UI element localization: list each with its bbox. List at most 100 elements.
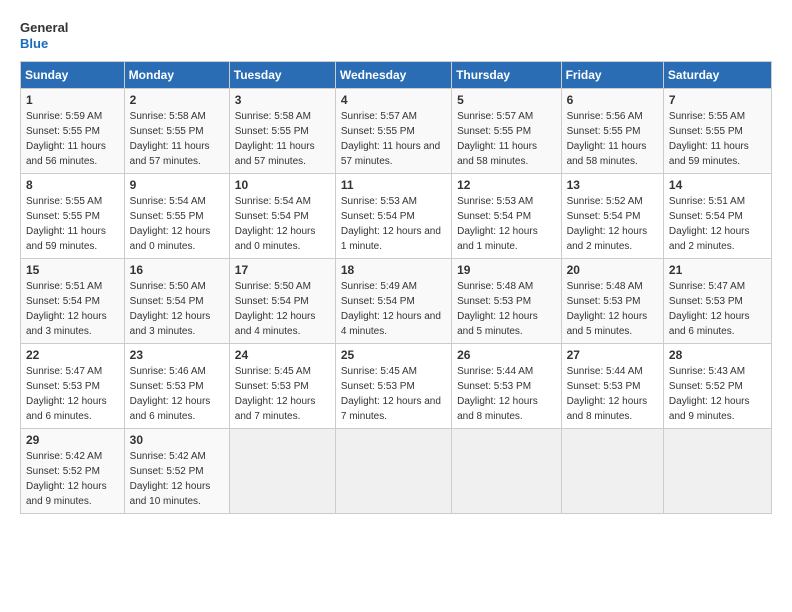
col-saturday: Saturday [663,62,771,89]
calendar-cell: 23 Sunrise: 5:46 AM Sunset: 5:53 PM Dayl… [124,344,229,429]
sunset-label: Sunset: 5:52 PM [669,381,743,392]
daylight-label: Daylight: 11 hours and 59 minutes. [26,226,106,252]
calendar-cell: 6 Sunrise: 5:56 AM Sunset: 5:55 PM Dayli… [561,89,663,174]
calendar-cell: 5 Sunrise: 5:57 AM Sunset: 5:55 PM Dayli… [452,89,561,174]
calendar-cell: 7 Sunrise: 5:55 AM Sunset: 5:55 PM Dayli… [663,89,771,174]
day-info: Sunrise: 5:51 AM Sunset: 5:54 PM Dayligh… [26,279,119,339]
sunrise-label: Sunrise: 5:46 AM [130,366,206,377]
daylight-label: Daylight: 11 hours and 57 minutes. [130,141,210,167]
day-number: 8 [26,178,119,192]
calendar-cell: 3 Sunrise: 5:58 AM Sunset: 5:55 PM Dayli… [229,89,335,174]
sunset-label: Sunset: 5:54 PM [341,211,415,222]
day-number: 15 [26,263,119,277]
col-monday: Monday [124,62,229,89]
sunset-label: Sunset: 5:54 PM [567,211,641,222]
day-info: Sunrise: 5:54 AM Sunset: 5:55 PM Dayligh… [130,194,224,254]
sunset-label: Sunset: 5:55 PM [26,126,100,137]
daylight-label: Daylight: 12 hours and 6 minutes. [669,311,750,337]
day-info: Sunrise: 5:46 AM Sunset: 5:53 PM Dayligh… [130,364,224,424]
sunset-label: Sunset: 5:54 PM [457,211,531,222]
calendar-cell: 10 Sunrise: 5:54 AM Sunset: 5:54 PM Dayl… [229,174,335,259]
sunset-label: Sunset: 5:53 PM [26,381,100,392]
sunrise-label: Sunrise: 5:47 AM [669,281,745,292]
calendar-cell [452,429,561,514]
calendar-cell [229,429,335,514]
sunset-label: Sunset: 5:53 PM [341,381,415,392]
day-number: 16 [130,263,224,277]
sunset-label: Sunset: 5:54 PM [235,211,309,222]
col-friday: Friday [561,62,663,89]
sunset-label: Sunset: 5:55 PM [341,126,415,137]
day-number: 11 [341,178,446,192]
daylight-label: Daylight: 12 hours and 6 minutes. [130,396,211,422]
day-number: 6 [567,93,658,107]
daylight-label: Daylight: 12 hours and 0 minutes. [235,226,316,252]
daylight-label: Daylight: 12 hours and 5 minutes. [567,311,648,337]
day-info: Sunrise: 5:53 AM Sunset: 5:54 PM Dayligh… [457,194,555,254]
sunrise-label: Sunrise: 5:54 AM [130,196,206,207]
sunrise-label: Sunrise: 5:45 AM [235,366,311,377]
sunrise-label: Sunrise: 5:44 AM [567,366,643,377]
sunrise-label: Sunrise: 5:57 AM [341,111,417,122]
daylight-label: Daylight: 12 hours and 5 minutes. [457,311,538,337]
day-number: 2 [130,93,224,107]
sunset-label: Sunset: 5:55 PM [130,211,204,222]
sunset-label: Sunset: 5:52 PM [26,466,100,477]
day-info: Sunrise: 5:45 AM Sunset: 5:53 PM Dayligh… [235,364,330,424]
day-number: 7 [669,93,766,107]
sunset-label: Sunset: 5:55 PM [669,126,743,137]
calendar-table: Sunday Monday Tuesday Wednesday Thursday… [20,61,772,514]
daylight-label: Daylight: 12 hours and 2 minutes. [567,226,648,252]
daylight-label: Daylight: 12 hours and 2 minutes. [669,226,750,252]
day-info: Sunrise: 5:44 AM Sunset: 5:53 PM Dayligh… [457,364,555,424]
sunrise-label: Sunrise: 5:56 AM [567,111,643,122]
sunrise-label: Sunrise: 5:48 AM [567,281,643,292]
daylight-label: Daylight: 11 hours and 59 minutes. [669,141,749,167]
calendar-week-row: 8 Sunrise: 5:55 AM Sunset: 5:55 PM Dayli… [21,174,772,259]
day-info: Sunrise: 5:51 AM Sunset: 5:54 PM Dayligh… [669,194,766,254]
day-info: Sunrise: 5:53 AM Sunset: 5:54 PM Dayligh… [341,194,446,254]
day-number: 30 [130,433,224,447]
daylight-label: Daylight: 11 hours and 57 minutes. [341,141,440,167]
daylight-label: Daylight: 11 hours and 58 minutes. [567,141,647,167]
daylight-label: Daylight: 12 hours and 8 minutes. [457,396,538,422]
calendar-cell: 20 Sunrise: 5:48 AM Sunset: 5:53 PM Dayl… [561,259,663,344]
sunrise-label: Sunrise: 5:58 AM [235,111,311,122]
calendar-cell: 28 Sunrise: 5:43 AM Sunset: 5:52 PM Dayl… [663,344,771,429]
daylight-label: Daylight: 12 hours and 7 minutes. [341,396,441,422]
sunrise-label: Sunrise: 5:55 AM [26,196,102,207]
daylight-label: Daylight: 11 hours and 57 minutes. [235,141,315,167]
calendar-cell: 17 Sunrise: 5:50 AM Sunset: 5:54 PM Dayl… [229,259,335,344]
day-number: 22 [26,348,119,362]
sunrise-label: Sunrise: 5:43 AM [669,366,745,377]
sunset-label: Sunset: 5:53 PM [130,381,204,392]
calendar-cell: 27 Sunrise: 5:44 AM Sunset: 5:53 PM Dayl… [561,344,663,429]
day-info: Sunrise: 5:59 AM Sunset: 5:55 PM Dayligh… [26,109,119,169]
day-info: Sunrise: 5:58 AM Sunset: 5:55 PM Dayligh… [130,109,224,169]
sunrise-label: Sunrise: 5:44 AM [457,366,533,377]
calendar-cell: 30 Sunrise: 5:42 AM Sunset: 5:52 PM Dayl… [124,429,229,514]
day-number: 17 [235,263,330,277]
col-wednesday: Wednesday [335,62,451,89]
calendar-cell [335,429,451,514]
day-info: Sunrise: 5:47 AM Sunset: 5:53 PM Dayligh… [26,364,119,424]
sunrise-label: Sunrise: 5:55 AM [669,111,745,122]
daylight-label: Daylight: 12 hours and 0 minutes. [130,226,211,252]
sunset-label: Sunset: 5:55 PM [567,126,641,137]
day-number: 4 [341,93,446,107]
sunrise-label: Sunrise: 5:49 AM [341,281,417,292]
day-number: 29 [26,433,119,447]
sunset-label: Sunset: 5:53 PM [235,381,309,392]
calendar-week-row: 22 Sunrise: 5:47 AM Sunset: 5:53 PM Dayl… [21,344,772,429]
page-header: G General Blue [20,20,772,51]
daylight-label: Daylight: 12 hours and 4 minutes. [235,311,316,337]
day-number: 10 [235,178,330,192]
sunrise-label: Sunrise: 5:50 AM [235,281,311,292]
sunrise-label: Sunrise: 5:42 AM [130,451,206,462]
calendar-cell [663,429,771,514]
header-row: Sunday Monday Tuesday Wednesday Thursday… [21,62,772,89]
calendar-cell: 12 Sunrise: 5:53 AM Sunset: 5:54 PM Dayl… [452,174,561,259]
daylight-label: Daylight: 12 hours and 9 minutes. [26,481,107,507]
calendar-cell: 24 Sunrise: 5:45 AM Sunset: 5:53 PM Dayl… [229,344,335,429]
day-number: 14 [669,178,766,192]
